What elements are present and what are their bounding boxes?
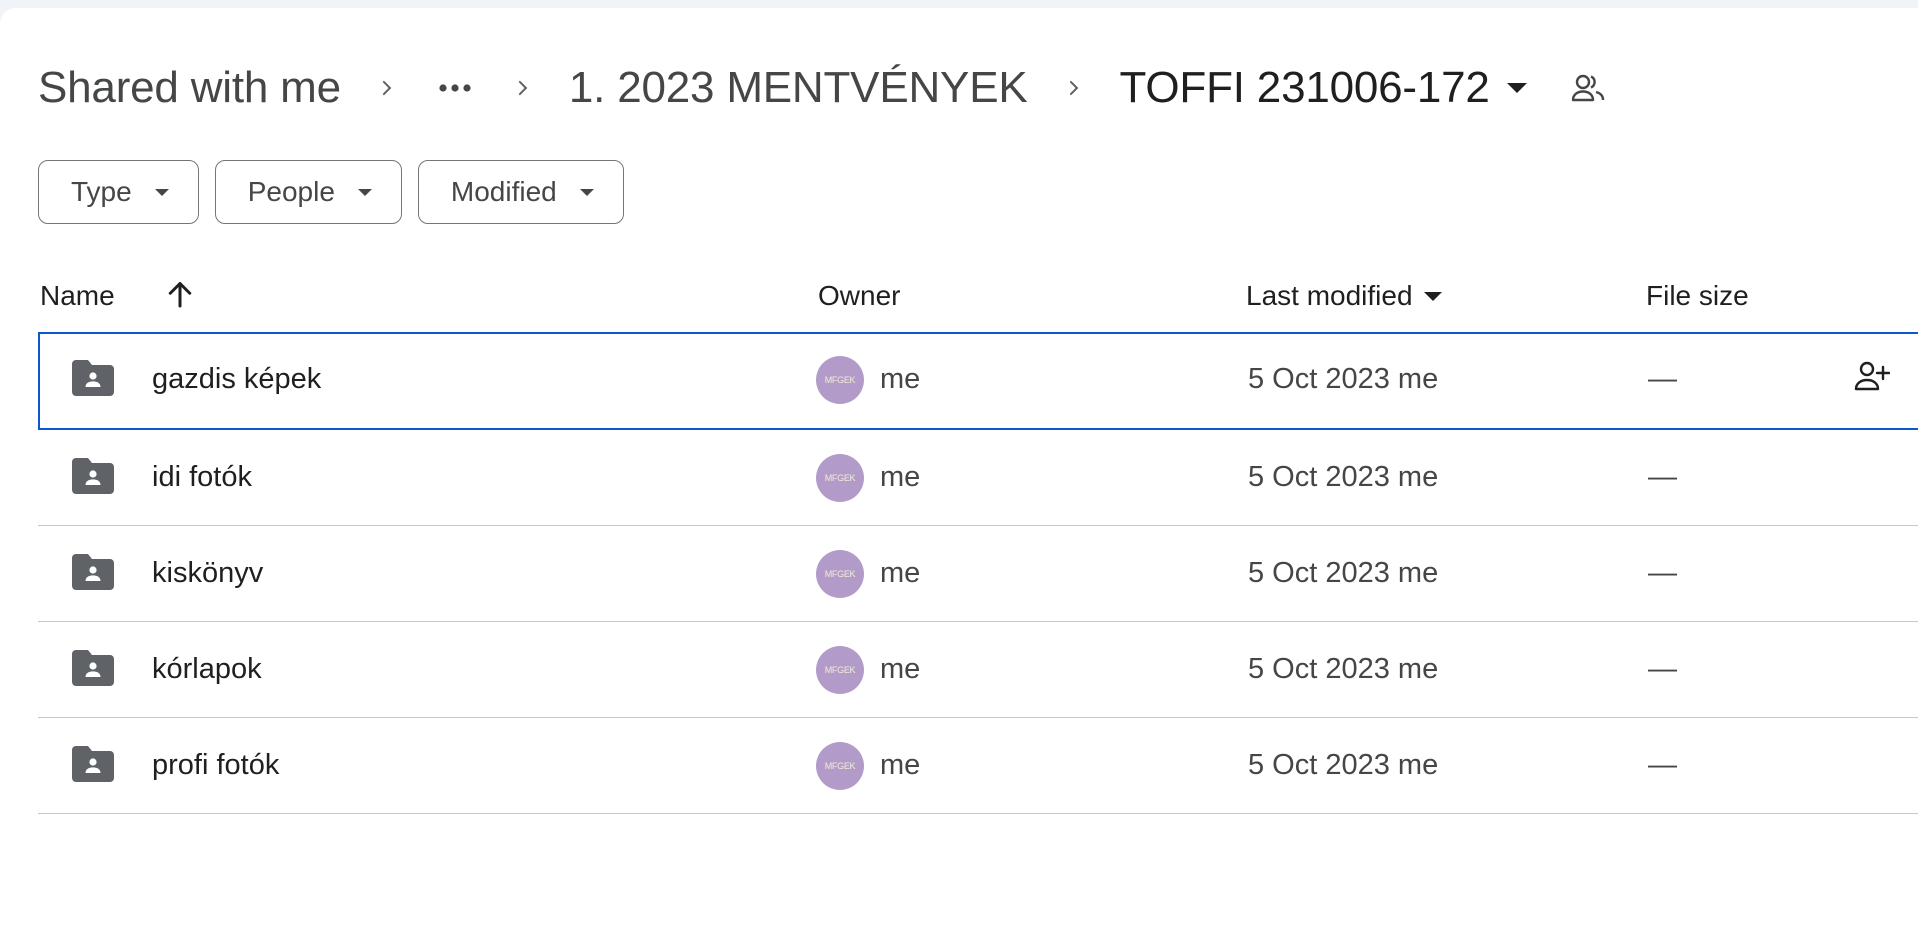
column-header-last-modified[interactable]: Last modified [1246,280,1445,312]
filter-type-chip[interactable]: Type [38,160,199,224]
owner-avatar: MFGEK [816,742,864,790]
owner-name: me [880,363,921,395]
file-name: gazdis képek [152,363,322,395]
shared-folder-icon [72,360,114,400]
breadcrumb: Shared with me 1. 2023 MENTVÉNYEK TOFFI … [38,52,1608,124]
last-modified-date: 5 Oct 2023 me [1248,363,1439,395]
file-size: — [1648,461,1677,493]
owner-avatar: MFGEK [816,356,864,404]
more-horiz-icon[interactable] [433,66,477,110]
file-list: gazdis képek MFGEK me 5 Oct 2023 me — id… [38,332,1918,814]
filter-chips: Type People Modified [38,160,624,224]
last-modified-date: 5 Oct 2023 me [1248,653,1439,685]
last-modified-date: 5 Oct 2023 me [1248,557,1439,589]
owner-name: me [880,557,921,589]
file-size: — [1648,653,1677,685]
file-size: — [1648,557,1677,589]
table-row[interactable]: profi fotók MFGEK me 5 Oct 2023 me — [38,718,1918,814]
shared-folder-icon [72,458,114,498]
chevron-right-icon [503,68,543,108]
file-size: — [1648,363,1677,395]
table-row[interactable]: kórlapok MFGEK me 5 Oct 2023 me — [38,622,1918,718]
breadcrumb-shared-with-me[interactable]: Shared with me [38,63,341,113]
caret-down-icon [357,182,377,202]
filter-people-label: People [247,176,335,207]
table-row[interactable]: idi fotók MFGEK me 5 Oct 2023 me — [38,430,1918,526]
shared-folder-icon [72,746,114,786]
caret-down-icon [154,182,174,202]
breadcrumb-parent-folder[interactable]: 1. 2023 MENTVÉNYEK [569,63,1028,113]
owner-avatar: MFGEK [816,454,864,502]
shared-folder-icon [72,554,114,594]
chevron-right-icon [367,68,407,108]
caret-down-icon [1423,285,1445,307]
caret-down-icon [1506,77,1528,99]
file-name: kiskönyv [152,557,264,589]
last-modified-date: 5 Oct 2023 me [1248,461,1439,493]
column-header-last-modified-label: Last modified [1246,280,1413,311]
people-icon[interactable] [1568,68,1608,108]
last-modified-date: 5 Oct 2023 me [1248,749,1439,781]
caret-down-icon [579,182,599,202]
table-row[interactable]: kiskönyv MFGEK me 5 Oct 2023 me — [38,526,1918,622]
owner-name: me [880,461,921,493]
filter-modified-chip[interactable]: Modified [417,160,624,224]
owner-avatar: MFGEK [816,550,864,598]
arrow-up-icon[interactable] [162,276,198,312]
file-name: profi fotók [152,749,280,781]
column-header-owner: Owner [818,280,901,311]
filter-people-chip[interactable]: People [214,160,402,224]
table-row[interactable]: gazdis képek MFGEK me 5 Oct 2023 me — [38,332,1918,430]
column-header-file-size: File size [1646,280,1749,311]
current-folder-menu[interactable]: TOFFI 231006-172 [1120,63,1528,113]
file-size: — [1648,749,1677,781]
filter-modified-label: Modified [450,176,557,207]
file-name: idi fotók [152,461,252,493]
add-person-icon[interactable] [1854,360,1894,400]
owner-name: me [880,653,921,685]
table-header: Name Owner Last modified File size [38,264,1918,326]
shared-folder-icon [72,650,114,690]
owner-name: me [880,749,921,781]
drive-main-panel: Shared with me 1. 2023 MENTVÉNYEK TOFFI … [0,8,1918,932]
owner-avatar: MFGEK [816,646,864,694]
breadcrumb-current-folder: TOFFI 231006-172 [1119,63,1490,112]
chevron-right-icon [1054,68,1094,108]
column-header-name[interactable]: Name [40,280,115,312]
filter-type-label: Type [71,176,132,207]
file-name: kórlapok [152,653,262,685]
